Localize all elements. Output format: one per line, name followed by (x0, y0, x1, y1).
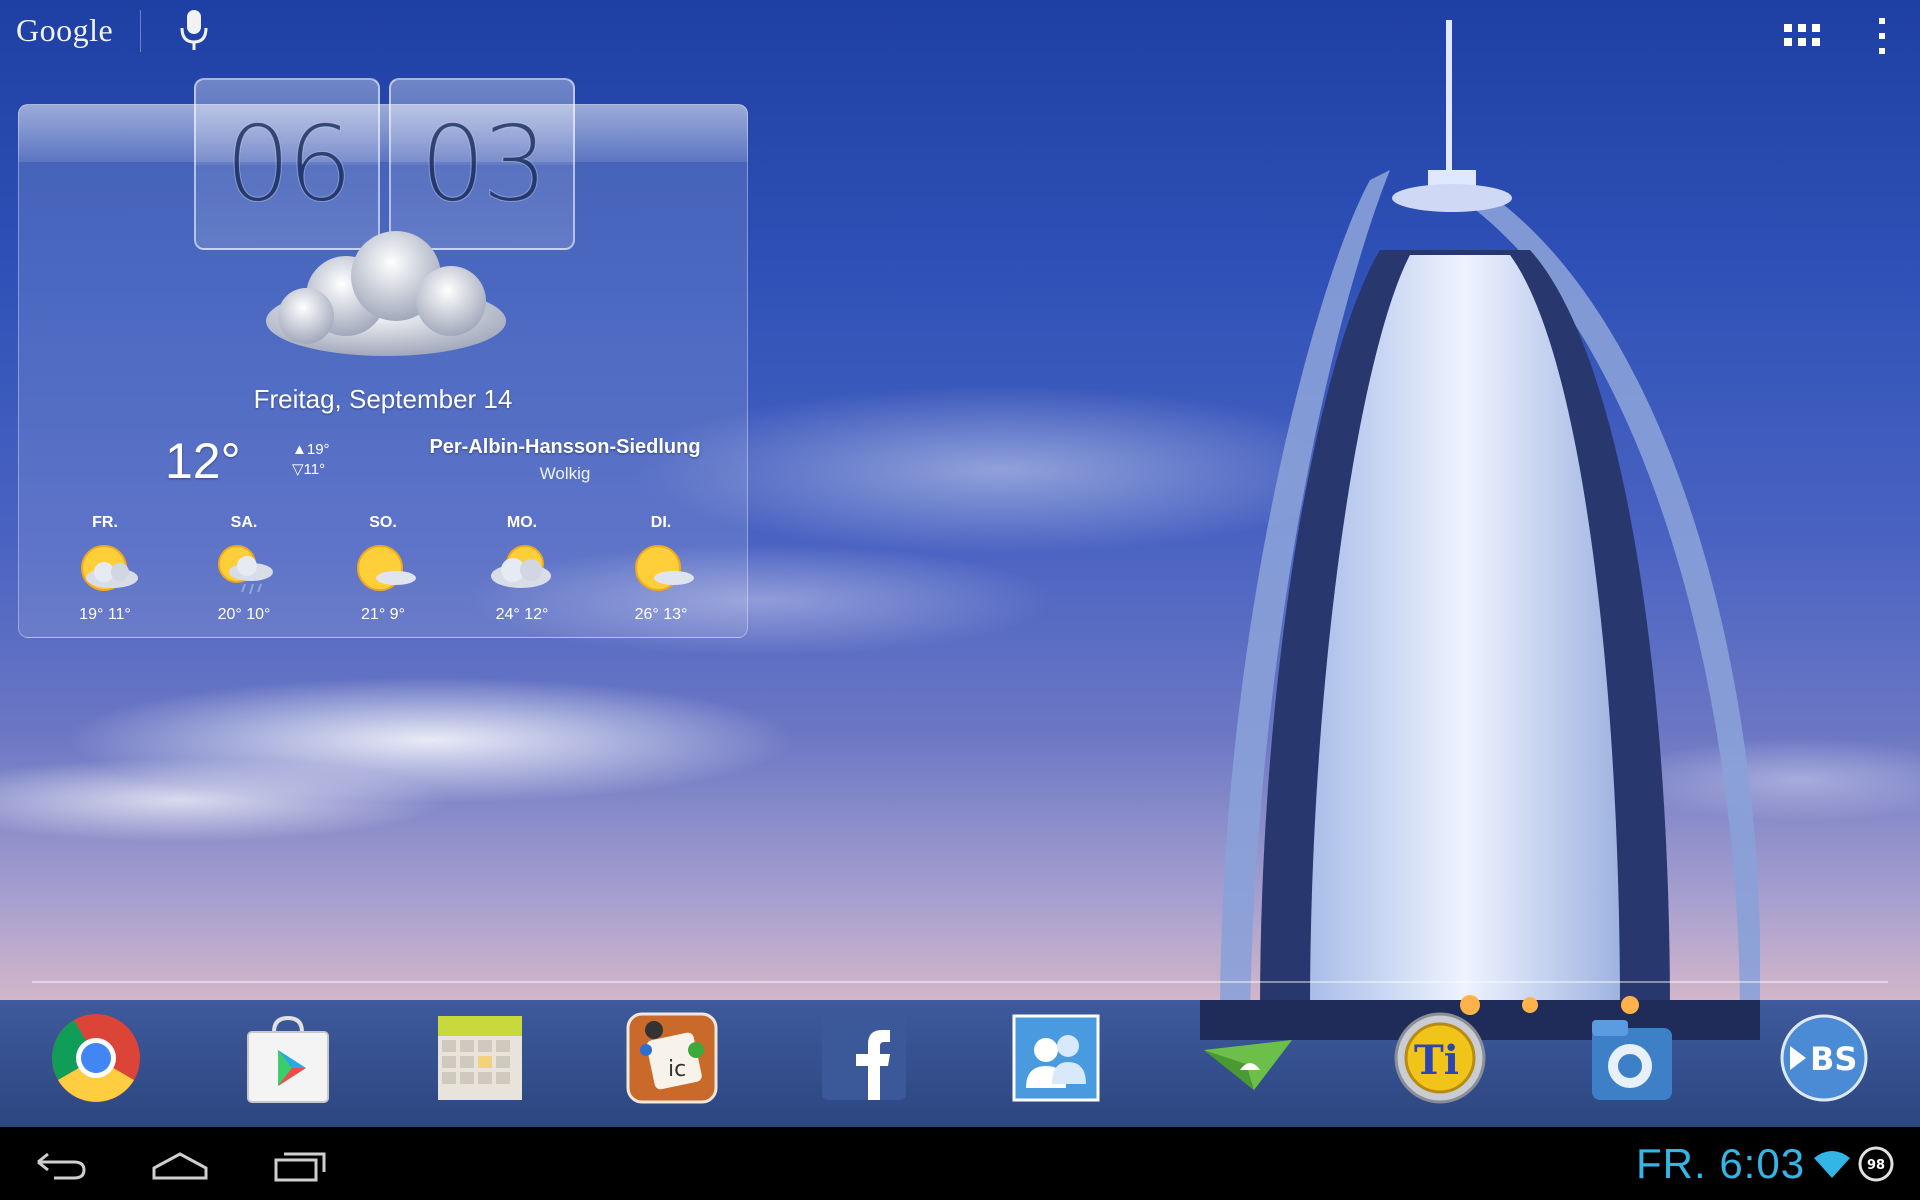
cloud-icon (266, 231, 506, 356)
search-divider (140, 10, 141, 52)
sun-cloud-rain-icon (218, 545, 273, 595)
wifi-icon (1814, 1151, 1850, 1178)
weather-location[interactable]: Per-Albin-Hansson-Siedlung (400, 436, 730, 459)
facebook-icon[interactable] (816, 1010, 912, 1106)
svg-text:ic: ic (668, 1057, 686, 1082)
contacts-icon[interactable] (1008, 1010, 1104, 1106)
high-low-temperature: ▲19° ▽11° (292, 440, 330, 480)
clock-minutes[interactable]: 03 (389, 78, 575, 250)
titanium-backup-icon[interactable]: Ti (1392, 1010, 1488, 1106)
calendar-app-icon[interactable] (432, 1010, 528, 1106)
forecast-day-label: SA. (230, 514, 258, 531)
back-icon[interactable] (30, 1148, 90, 1182)
sun-cloud-icon (81, 545, 138, 591)
file-manager-icon[interactable] (1584, 1010, 1680, 1106)
sun-cloud-icon (357, 545, 416, 591)
weather-date: Freitag, September 14 (253, 384, 513, 414)
svg-text:BS: BS (1810, 1040, 1857, 1078)
forecast-temps: 21° 9° (361, 606, 405, 623)
sun-cloud-icon (635, 545, 694, 591)
forecast-temps: 19° 11° (79, 606, 131, 623)
cloud-sun-icon (491, 545, 551, 588)
forecast-day-label: SO. (369, 514, 397, 531)
forecast-day-label: MO. (506, 514, 538, 531)
chrome-icon[interactable] (48, 1010, 144, 1106)
burj-al-arab-wallpaper-image (1200, 20, 1760, 1040)
play-store-icon[interactable] (240, 1010, 336, 1106)
status-clock[interactable]: FR. 6:03 (1636, 1140, 1805, 1188)
dock-divider (32, 981, 1888, 983)
forecast-day-label: FR. (92, 514, 118, 531)
overflow-menu-icon[interactable] (1874, 16, 1890, 56)
airdroid-icon[interactable] (1200, 1010, 1296, 1106)
high-temperature: ▲19° (292, 441, 330, 458)
forecast-day: SO. 21° 9° (328, 514, 438, 624)
forecast-day: FR. 19° 11° (50, 514, 160, 624)
mic-icon[interactable] (178, 8, 210, 52)
battery-icon: 98 (1858, 1146, 1894, 1182)
bluestacks-icon[interactable]: BS (1776, 1010, 1872, 1106)
low-temperature: ▽11° (292, 461, 326, 478)
forecast-day: SA. 20° 10° (189, 514, 299, 624)
forecast-day-label: DI. (650, 514, 672, 531)
forecast-day: DI. 26° 13° (606, 514, 716, 624)
forecast-temps: 20° 10° (217, 606, 271, 623)
apps-grid-icon[interactable] (1784, 24, 1820, 48)
forecast-temps: 24° 12° (495, 606, 549, 623)
recent-apps-icon[interactable] (272, 1148, 332, 1182)
battery-level: 98 (1867, 1158, 1885, 1173)
google-search-logo[interactable]: Google (16, 12, 113, 49)
weather-condition: Wolkig (539, 464, 591, 483)
current-temperature: 12° (165, 433, 241, 489)
forecast-day: MO. 24° 12° (467, 514, 577, 624)
clock-hours[interactable]: 06 (194, 78, 380, 250)
svg-text:Ti: Ti (1414, 1037, 1459, 1084)
forecast-temps: 26° 13° (634, 606, 688, 623)
weather-widget-header-band (18, 104, 748, 162)
game-app-icon[interactable]: ic (624, 1010, 720, 1106)
home-icon[interactable] (150, 1148, 210, 1182)
